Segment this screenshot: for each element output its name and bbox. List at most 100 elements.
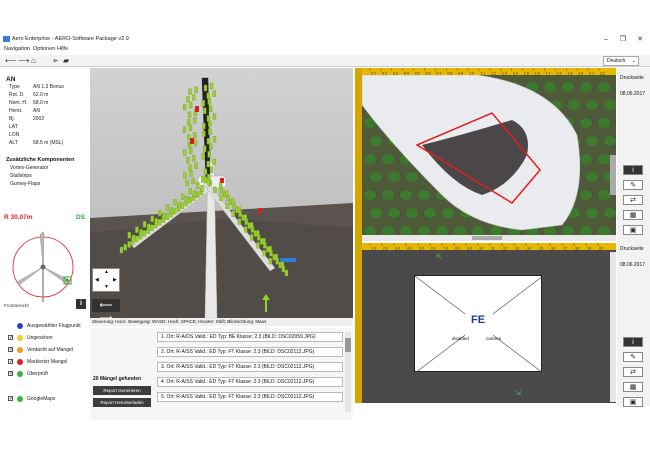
info-icon[interactable]: i	[76, 299, 86, 309]
defect-row[interactable]: 1. Ort: R-A/DS Valid.: ED Typ: BE Klasse…	[157, 332, 343, 342]
legend-label: Ungesehen	[27, 335, 53, 341]
defect-row[interactable]: 2. Ort: R-A/SS Valid.: ED Typ: FT Klasse…	[157, 347, 343, 357]
grid-icon[interactable]: ▦	[623, 210, 643, 220]
legend-color-dot	[17, 335, 23, 341]
arrow-right-icon[interactable]: ⟶	[18, 56, 29, 66]
blade-photo[interactable]	[362, 75, 616, 235]
language-value: Deutsch	[607, 58, 626, 64]
camera-pan-pad[interactable]: ▲ ◀ ▶ ▼	[92, 268, 120, 292]
photo-scrollbar-v[interactable]	[610, 155, 616, 195]
wind-turbine-scene	[90, 68, 353, 318]
field-label: ALT	[9, 140, 18, 146]
close-button[interactable]: ✕	[631, 35, 649, 44]
field-label: Herst.	[9, 108, 23, 114]
legend-label: Ausgewählter Flugpunkt	[27, 323, 81, 329]
legend-label: GoogleMaps	[27, 396, 56, 402]
toolbar	[0, 55, 650, 67]
field-label: Type	[9, 84, 20, 90]
swap-icon[interactable]: ⇄	[623, 367, 643, 377]
field-label: Rot. D.	[9, 92, 25, 98]
menu-bar	[0, 46, 650, 54]
field-value: AN	[33, 108, 40, 114]
horizontal-ruler-top: 0.1 0.2 0.3 0.4 0.5 0.6 0.7 0.8 0.9 1.0 1.1 1.2 1.3 1…	[362, 68, 616, 75]
legend-label: Verdacht auf Mangel	[27, 347, 73, 353]
right-icon[interactable]: ▶	[113, 277, 117, 283]
nav-arrow-top-icon[interactable]: ⇱	[436, 253, 442, 261]
field-value: 68.5 m (MSL)	[33, 140, 64, 146]
edit-icon[interactable]: ✎	[623, 180, 643, 190]
left-icon[interactable]: ◀	[95, 277, 99, 283]
image-icon[interactable]: ▣	[623, 397, 643, 407]
report-download-button[interactable]: Report Herunterladen	[93, 398, 151, 407]
info-icon[interactable]: i	[623, 337, 643, 347]
component-item: Gurney-Flaps	[10, 181, 41, 187]
defect-row[interactable]: 4. Ort: R-A/SS Valid.: ED Typ: FT Klasse…	[157, 377, 343, 387]
3d-viewport[interactable]	[90, 68, 353, 318]
image-icon[interactable]: ▣	[623, 225, 643, 235]
print-label-top: Druckseite	[620, 75, 644, 81]
bottom-strip	[0, 420, 650, 450]
legend-color-dot	[17, 371, 23, 377]
window-title: Aero Enterprise - AERO-Software Package …	[12, 36, 129, 42]
info-icon[interactable]: i	[623, 165, 643, 175]
up-icon[interactable]: ▲	[104, 269, 109, 275]
radius-label: R 30.07m	[4, 214, 33, 221]
send-icon[interactable]: ➢	[52, 56, 59, 66]
field-value: AN 1.3 Bonus	[33, 84, 64, 90]
field-value: 68.0 m	[33, 100, 49, 106]
field-label: Nom. H.	[9, 100, 28, 106]
legend-color-dot	[17, 347, 23, 353]
blade-closeup-image	[362, 75, 616, 235]
viewport-controls-hint: Steuerung: Horiz. Bewegung: WASD; Hoch: …	[90, 318, 353, 326]
legend-checkbox[interactable]: ✓	[8, 396, 13, 402]
maximize-button[interactable]: ❐	[614, 35, 632, 44]
legend-checkbox[interactable]: ✓	[8, 347, 13, 353]
date-bottom: 08.06.2017	[620, 262, 646, 268]
list-scrollbar[interactable]	[345, 332, 351, 412]
photo-scrollbar-h[interactable]	[362, 235, 616, 241]
field-label: LAT	[9, 124, 18, 130]
edit-icon[interactable]: ✎	[623, 352, 643, 362]
component-item: Stallstrips	[10, 173, 32, 179]
legend-checkbox[interactable]: ✓	[8, 371, 13, 377]
vertical-ruler-left	[355, 68, 362, 243]
arrow-left-icon[interactable]: ⟵	[5, 56, 16, 66]
side-label: DS	[76, 214, 86, 221]
legend-color-dot	[17, 396, 23, 402]
menu-optionen[interactable]: Optionen	[33, 46, 55, 52]
camera-disabled-text: disabled	[452, 336, 469, 341]
swap-icon[interactable]: ⇄	[623, 195, 643, 205]
date-top: 08.06.2017	[620, 91, 646, 97]
field-value: 62.0 m	[33, 92, 49, 98]
legend-color-dot	[17, 323, 23, 329]
camera-scrollbar[interactable]	[610, 252, 616, 402]
scrollbar-thumb[interactable]	[345, 338, 351, 352]
legend-checkbox[interactable]: ✓	[8, 359, 13, 365]
field-label: LON	[9, 132, 20, 138]
defects-count: 20 Mängel gefunden	[93, 376, 142, 382]
menu-hilfe[interactable]: Hilfe	[57, 46, 68, 52]
legend-label: Markierter Mangel	[27, 359, 68, 365]
minimize-button[interactable]: –	[597, 35, 615, 44]
report-generate-button[interactable]: Report Generieren	[93, 386, 151, 395]
field-value: 2002	[33, 116, 45, 122]
frontview-label: Frontansicht	[4, 303, 29, 308]
components-title: Zusätzliche Komponenten	[6, 157, 75, 163]
down-icon[interactable]: ▼	[104, 284, 109, 290]
defect-row[interactable]: 5. Ort: R-A/SS Valid.: ED Typ: FT Klasse…	[157, 392, 343, 402]
menu-navigation[interactable]: Navigation	[4, 46, 30, 52]
legend-color-dot	[17, 359, 23, 365]
folder-icon[interactable]: ▰	[63, 56, 69, 66]
chevron-down-icon: ⌄	[631, 58, 636, 64]
defect-row[interactable]: 3. Ort: R-A/SS Valid.: ED Typ: FT Klasse…	[157, 362, 343, 372]
print-label-bottom: Druckseite	[620, 246, 644, 252]
language-select[interactable]: Deutsch ⌄	[603, 56, 639, 66]
rotate-arrows-icon[interactable]: ⟵ ⟶	[92, 299, 120, 323]
legend-checkbox[interactable]: ✓	[8, 335, 13, 341]
grid-icon[interactable]: ▦	[623, 382, 643, 392]
home-icon[interactable]: ⌂	[31, 56, 36, 66]
app-icon	[3, 36, 10, 42]
nav-arrow-bottom-icon[interactable]: ⇲	[515, 389, 521, 397]
fe-logo: FE	[471, 314, 486, 326]
horizontal-ruler-bottom: 1.0 2.0 3.0 4.0 5.0 6.0 7.0 8.0 9.0 10 11 12 13 14 15 1…	[362, 243, 616, 250]
